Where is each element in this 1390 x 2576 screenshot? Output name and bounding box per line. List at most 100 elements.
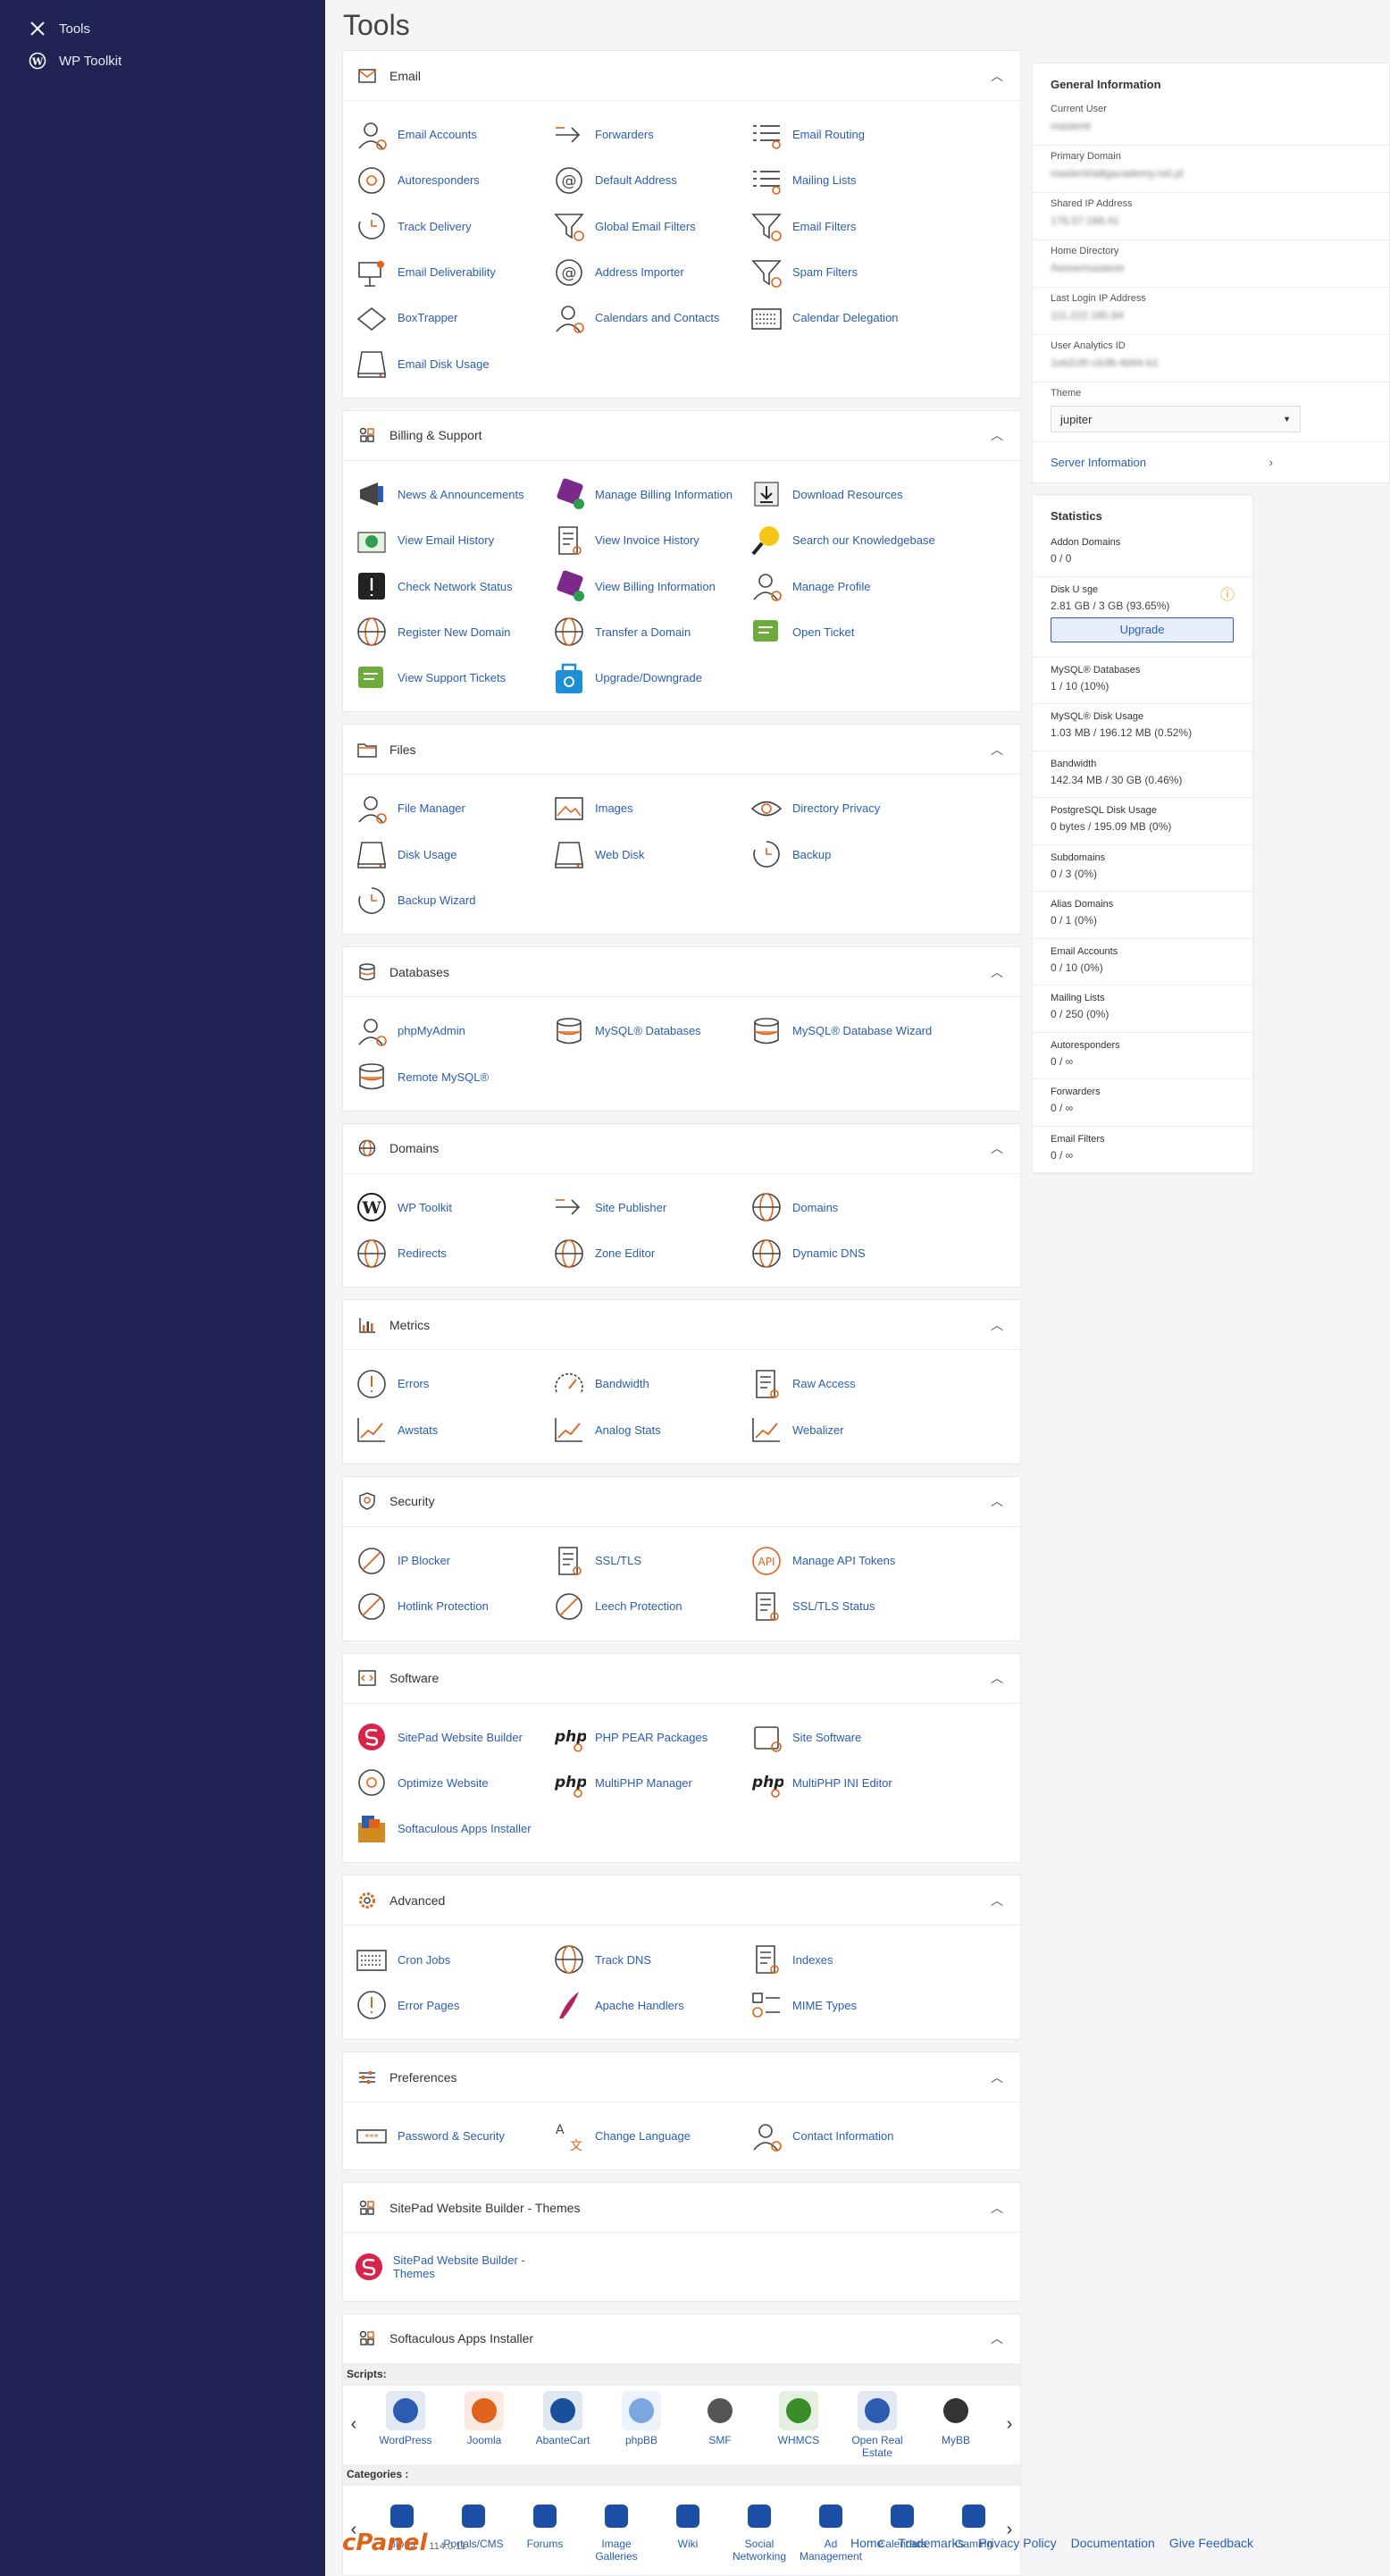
- section-header[interactable]: Software ︿: [343, 1654, 1020, 1704]
- tool-email-disk-usage[interactable]: Email Disk Usage: [352, 340, 549, 386]
- tool-view-email-history[interactable]: View Email History: [352, 517, 549, 563]
- tool-sitepad-website-builder[interactable]: SitePad Website Builder: [352, 1715, 549, 1760]
- tool-ip-blocker[interactable]: IP Blocker: [352, 1538, 549, 1583]
- tool-multiphp-ini-editor[interactable]: php MultiPHP INI Editor: [747, 1760, 944, 1806]
- tool-redirects[interactable]: Redirects: [352, 1230, 549, 1276]
- tool-file-manager[interactable]: File Manager: [352, 785, 549, 831]
- chevron-up-icon[interactable]: ︿: [988, 1669, 1006, 1687]
- tool-bandwidth[interactable]: Bandwidth: [549, 1361, 747, 1406]
- tool-zone-editor[interactable]: Zone Editor: [549, 1230, 747, 1276]
- section-header[interactable]: SitePad Website Builder - Themes ︿: [343, 2183, 1020, 2234]
- tool-email-filters[interactable]: Email Filters: [747, 204, 944, 249]
- script-whmcs[interactable]: WHMCS: [759, 2390, 838, 2459]
- tool-site-publisher[interactable]: Site Publisher: [549, 1185, 747, 1230]
- tool-wp-toolkit[interactable]: W WP Toolkit: [352, 1185, 549, 1230]
- script-open-real-estate[interactable]: Open Real Estate: [838, 2390, 917, 2459]
- chevron-up-icon[interactable]: ︿: [988, 2068, 1006, 2086]
- tool-global-email-filters[interactable]: Global Email Filters: [549, 204, 747, 249]
- tool-ssl-tls-status[interactable]: SSL/TLS Status: [747, 1583, 944, 1629]
- tool-register-new-domain[interactable]: Register New Domain: [352, 609, 549, 655]
- tool-indexes[interactable]: Indexes: [747, 1936, 944, 1982]
- tool-download-resources[interactable]: Download Resources: [747, 472, 944, 517]
- tool-php-pear-packages[interactable]: php PHP PEAR Packages: [549, 1715, 747, 1760]
- tool-ssl-tls[interactable]: SSL/TLS: [549, 1538, 747, 1583]
- tool-search-our-knowledgebase[interactable]: Search our Knowledgebase: [747, 517, 944, 563]
- section-header[interactable]: Billing & Support ︿: [343, 411, 1020, 461]
- tool-mime-types[interactable]: MIME Types: [747, 1983, 944, 2028]
- tool-phpmyadmin[interactable]: phpMyAdmin: [352, 1008, 549, 1053]
- tool-sitepad-website-builder-themes[interactable]: SitePad Website Builder - Themes: [352, 2244, 549, 2289]
- tool-leech-protection[interactable]: Leech Protection: [549, 1583, 747, 1629]
- script-mybb[interactable]: MyBB: [917, 2391, 995, 2459]
- chevron-up-icon[interactable]: ︿: [988, 2199, 1006, 2217]
- chevron-up-icon[interactable]: ︿: [988, 67, 1006, 85]
- cpanel-logo[interactable]: cPanel: [342, 2530, 427, 2556]
- tool-autoresponders[interactable]: Autoresponders: [352, 157, 549, 203]
- tool-softaculous-apps-installer[interactable]: Softaculous Apps Installer: [352, 1806, 549, 1851]
- tool-manage-billing-information[interactable]: Manage Billing Information: [549, 472, 747, 517]
- upgrade-button[interactable]: Upgrade: [1051, 617, 1234, 642]
- section-header[interactable]: Security ︿: [343, 1477, 1020, 1527]
- tool-disk-usage[interactable]: Disk Usage: [352, 832, 549, 877]
- tool-mysql-databases[interactable]: MySQL® Databases: [549, 1008, 747, 1053]
- tool-email-accounts[interactable]: Email Accounts: [352, 112, 549, 157]
- tool-email-deliverability[interactable]: Email Deliverability: [352, 249, 549, 295]
- tool-apache-handlers[interactable]: Apache Handlers: [549, 1983, 747, 2028]
- tool-mailing-lists[interactable]: Mailing Lists: [747, 157, 944, 203]
- sidebar-item-tools[interactable]: Tools: [0, 13, 325, 45]
- tool-raw-access[interactable]: Raw Access: [747, 1361, 944, 1406]
- chevron-up-icon[interactable]: ︿: [988, 1139, 1006, 1157]
- tool-backup-wizard[interactable]: Backup Wizard: [352, 877, 549, 923]
- tool-webalizer[interactable]: Webalizer: [747, 1407, 944, 1453]
- tool-calendar-delegation[interactable]: Calendar Delegation: [747, 295, 944, 340]
- tool-default-address[interactable]: @ Default Address: [549, 157, 747, 203]
- theme-select[interactable]: jupiter ▼: [1051, 406, 1301, 432]
- tool-view-support-tickets[interactable]: View Support Tickets: [352, 655, 549, 701]
- tool-cron-jobs[interactable]: Cron Jobs: [352, 1936, 549, 1982]
- carousel-prev-icon[interactable]: ‹: [347, 2414, 361, 2435]
- chevron-up-icon[interactable]: ︿: [988, 963, 1006, 981]
- script-smf[interactable]: SMF: [681, 2391, 759, 2459]
- tool-dynamic-dns[interactable]: Dynamic DNS: [747, 1230, 944, 1276]
- tool-contact-information[interactable]: Contact Information: [747, 2113, 944, 2159]
- script-joomla[interactable]: Joomla: [445, 2390, 523, 2459]
- tool-check-network-status[interactable]: Check Network Status: [352, 563, 549, 608]
- section-header[interactable]: Metrics ︿: [343, 1300, 1020, 1351]
- tool-mysql-database-wizard[interactable]: MySQL® Database Wizard: [747, 1008, 944, 1053]
- section-header[interactable]: Email ︿: [343, 51, 1020, 101]
- tool-manage-api-tokens[interactable]: API Manage API Tokens: [747, 1538, 944, 1583]
- tool-multiphp-manager[interactable]: php MultiPHP Manager: [549, 1760, 747, 1806]
- tool-spam-filters[interactable]: Spam Filters: [747, 249, 944, 295]
- footer-link-documentation[interactable]: Documentation: [1071, 2536, 1155, 2550]
- section-header[interactable]: Preferences ︿: [343, 2052, 1020, 2103]
- footer-link-home[interactable]: Home: [850, 2536, 883, 2550]
- footer-link-privacy-policy[interactable]: Privacy Policy: [979, 2536, 1057, 2550]
- tool-track-dns[interactable]: Track DNS: [549, 1936, 747, 1982]
- tool-forwarders[interactable]: Forwarders: [549, 112, 747, 157]
- tool-change-language[interactable]: A 文 Change Language: [549, 2113, 747, 2159]
- chevron-up-icon[interactable]: ︿: [988, 741, 1006, 759]
- section-header[interactable]: Files ︿: [343, 725, 1020, 776]
- footer-link-trademarks[interactable]: Trademarks: [898, 2536, 964, 2550]
- tool-images[interactable]: Images: [549, 785, 747, 831]
- script-wordpress[interactable]: WordPress: [366, 2390, 445, 2459]
- tool-transfer-a-domain[interactable]: Transfer a Domain: [549, 609, 747, 655]
- tool-open-ticket[interactable]: Open Ticket: [747, 609, 944, 655]
- script-abantecart[interactable]: AbanteCart: [523, 2390, 602, 2459]
- tool-news-announcements[interactable]: News & Announcements: [352, 472, 549, 517]
- chevron-up-icon[interactable]: ︿: [988, 426, 1006, 444]
- tool-calendars-and-contacts[interactable]: Calendars and Contacts: [549, 295, 747, 340]
- chevron-up-icon[interactable]: ︿: [988, 1316, 1006, 1334]
- sidebar-item-wp-toolkit[interactable]: W WP Toolkit: [0, 45, 325, 77]
- tool-hotlink-protection[interactable]: Hotlink Protection: [352, 1583, 549, 1629]
- tool-remote-mysql[interactable]: Remote MySQL®: [352, 1053, 549, 1099]
- script-ph[interactable]: ph: [995, 2391, 1002, 2459]
- tool-directory-privacy[interactable]: Directory Privacy: [747, 785, 944, 831]
- chevron-up-icon[interactable]: ︿: [988, 1492, 1006, 1510]
- section-header[interactable]: Domains ︿: [343, 1124, 1020, 1174]
- tool-view-billing-information[interactable]: View Billing Information: [549, 563, 747, 608]
- tool-domains[interactable]: Domains: [747, 1185, 944, 1230]
- tool-awstats[interactable]: Awstats: [352, 1407, 549, 1453]
- section-header[interactable]: Advanced ︿: [343, 1875, 1020, 1926]
- carousel-next-icon[interactable]: ›: [1002, 2414, 1017, 2435]
